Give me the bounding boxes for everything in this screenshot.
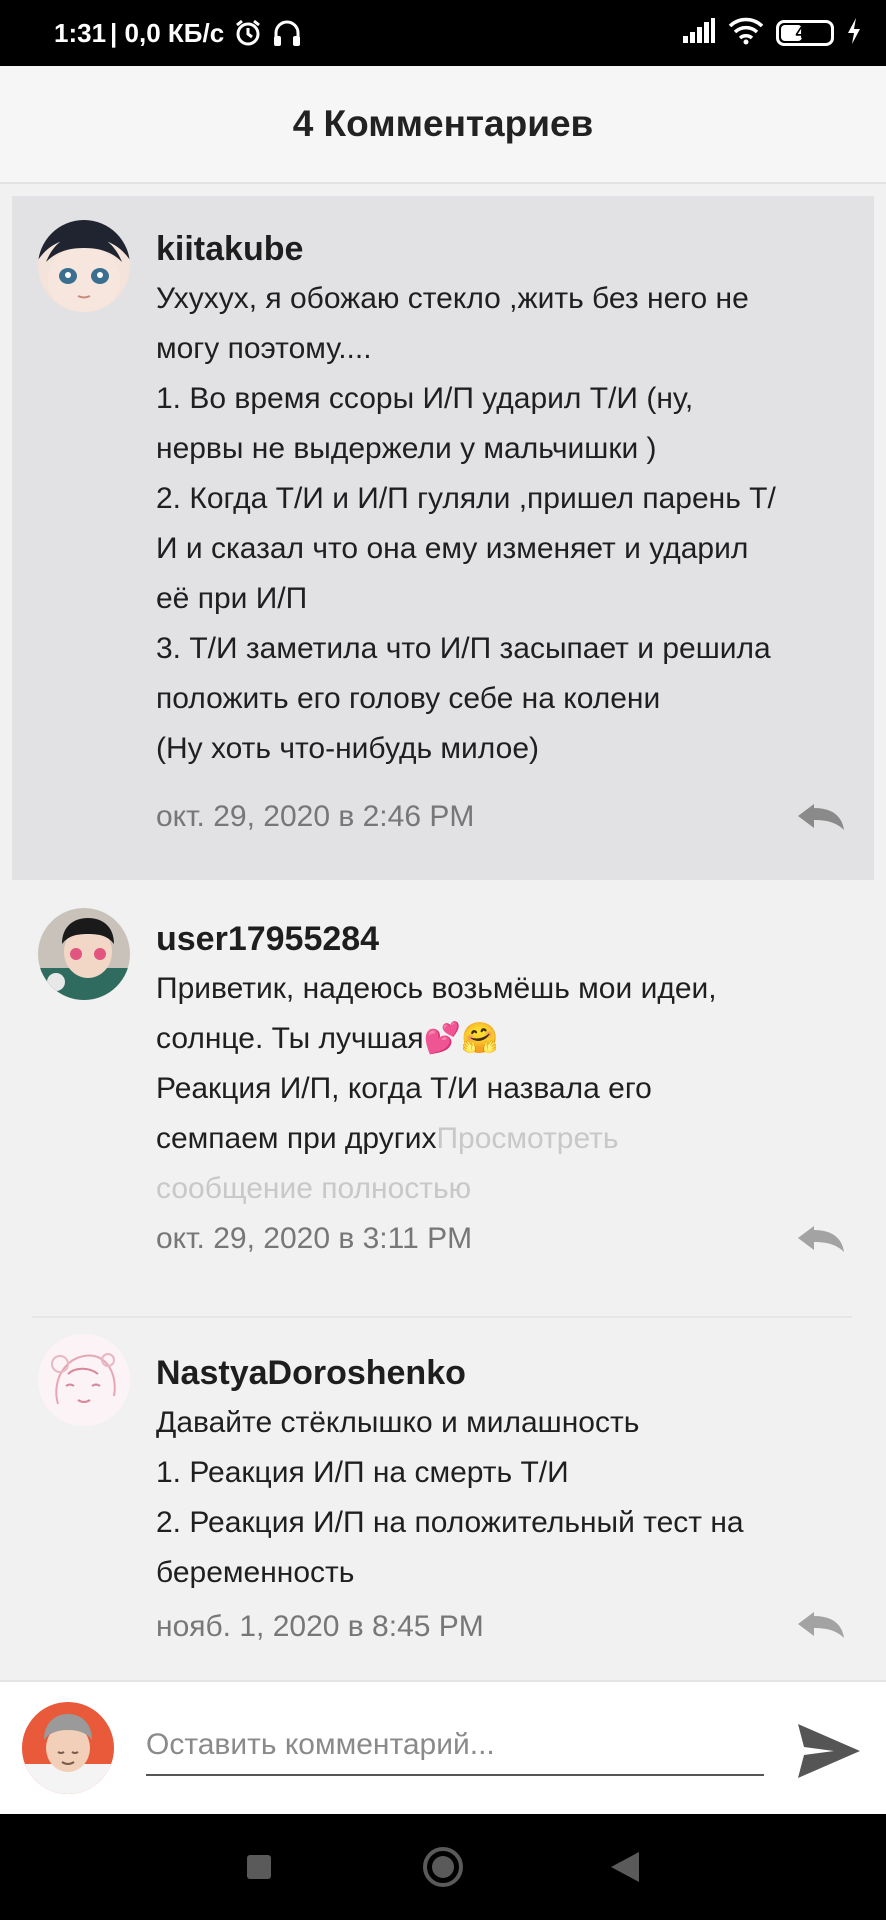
- comment-username[interactable]: NastyaDoroshenko: [156, 1354, 466, 1393]
- alarm-icon: [234, 19, 262, 47]
- avatar[interactable]: [38, 220, 130, 312]
- comment-line: её при И/П: [156, 582, 308, 615]
- comment-line: 2. Реакция И/П на положительный тест на: [156, 1506, 744, 1539]
- comment-line: солнце. Ты лучшая💕🤗: [156, 1022, 499, 1055]
- avatar[interactable]: [38, 908, 130, 1000]
- comment-line: 3. Т/И заметила что И/П засыпает и решил…: [156, 632, 771, 665]
- comment-item: kiitakube Ухухух, я обожаю стекло ,жить …: [12, 196, 874, 880]
- recents-button[interactable]: [236, 1844, 282, 1890]
- comment-line: 1. Реакция И/П на смерть Т/И: [156, 1456, 569, 1489]
- avatar[interactable]: [38, 1334, 130, 1426]
- view-full-message-link[interactable]: Просмотреть: [436, 1122, 618, 1155]
- comment-text: Приветик, надеюсь возьмёшь мои идеи, сол…: [156, 964, 856, 1214]
- send-icon: [798, 1724, 860, 1778]
- comment-line: И и сказал что она ему изменяет и ударил: [156, 532, 749, 565]
- header: 4 Комментариев: [0, 66, 886, 184]
- square-icon: [247, 1855, 271, 1879]
- network-speed: | 0,0 КБ/с: [110, 17, 225, 48]
- reply-icon[interactable]: [796, 1610, 846, 1640]
- comment-line: 1. Во время ссоры И/П ударил Т/И (ну,: [156, 382, 694, 415]
- comments-screen: 4 Комментариев kiitakube Ухухух, я обожа…: [0, 66, 886, 1814]
- reply-icon[interactable]: [796, 802, 846, 832]
- comment-line: Ухухух, я обожаю стекло ,жить без него н…: [156, 282, 749, 315]
- comment-text: Ухухух, я обожаю стекло ,жить без него н…: [156, 274, 856, 774]
- comment-line: 2. Когда Т/И и И/П гуляли ,пришел парень…: [156, 482, 776, 515]
- send-button[interactable]: [796, 1722, 862, 1780]
- charging-icon: [846, 17, 862, 50]
- reply-icon[interactable]: [796, 1224, 846, 1254]
- comment-line: нервы не выдержели у мальчишки ): [156, 432, 657, 465]
- comment-line: положить его голову себе на колени: [156, 682, 661, 715]
- comment-item: NastyaDoroshenko Давайте стёклышко и мил…: [12, 1318, 874, 1680]
- signal-icon: [682, 17, 716, 49]
- triangle-back-icon: [611, 1852, 639, 1882]
- back-button[interactable]: [602, 1844, 648, 1890]
- view-full-message-link[interactable]: сообщение полностью: [156, 1164, 856, 1214]
- comment-line: могу поэтому....: [156, 332, 372, 365]
- comment-line: Приветик, надеюсь возьмёшь мои идеи,: [156, 972, 717, 1005]
- battery-icon: 42: [776, 20, 834, 46]
- comment-item: user17955284 Приветик, надеюсь возьмёшь …: [12, 880, 874, 1320]
- comment-line: семпаем при других: [156, 1122, 437, 1155]
- comment-line: Давайте стёклышко и милашность: [156, 1406, 640, 1439]
- comment-username[interactable]: kiitakube: [156, 230, 303, 269]
- user-avatar[interactable]: [22, 1702, 114, 1794]
- wifi-icon: [728, 17, 764, 50]
- comment-line: Реакция И/П, когда Т/И назвала его: [156, 1072, 652, 1105]
- headphones-icon: [272, 19, 302, 47]
- comment-date: окт. 29, 2020 в 2:46 PM: [156, 800, 475, 833]
- page-title: 4 Комментариев: [292, 103, 594, 144]
- system-nav-bar: [0, 1814, 886, 1920]
- comment-text: Давайте стёклышко и милашность 1. Реакци…: [156, 1398, 856, 1598]
- comment-line: (Ну хоть что-нибудь милое): [156, 732, 539, 765]
- comment-date: окт. 29, 2020 в 3:11 PM: [156, 1222, 473, 1255]
- home-button[interactable]: [420, 1844, 466, 1890]
- comment-username[interactable]: user17955284: [156, 920, 379, 959]
- comment-date: нояб. 1, 2020 в 8:45 PM: [156, 1610, 484, 1643]
- comment-input[interactable]: [146, 1716, 764, 1776]
- circle-icon: [423, 1847, 463, 1887]
- comment-line: беременность: [156, 1556, 355, 1589]
- status-time: 1:31: [54, 17, 107, 48]
- status-bar: 1:31 | 0,0 КБ/с 42: [0, 0, 886, 66]
- comment-list[interactable]: kiitakube Ухухух, я обожаю стекло ,жить …: [0, 184, 886, 1680]
- battery-level: 42: [795, 23, 815, 42]
- comment-composer: [0, 1680, 886, 1814]
